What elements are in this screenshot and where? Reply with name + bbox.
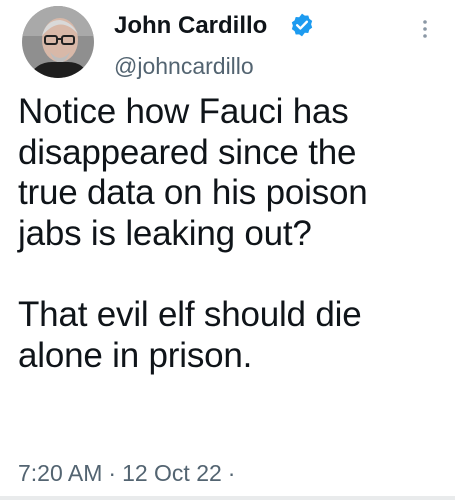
verified-badge-icon	[289, 12, 315, 38]
tweet-line: alone in prison.	[18, 335, 253, 375]
meta-separator: ·	[108, 460, 117, 486]
tweet-line: That evil elf should die	[18, 295, 362, 334]
author-handle[interactable]: @johncardillo	[114, 52, 254, 80]
avatar[interactable]	[22, 6, 94, 78]
avatar-image	[22, 6, 94, 78]
more-options-icon[interactable]	[416, 16, 434, 42]
author-display-name[interactable]: John Cardillo	[114, 12, 267, 40]
tweet-date[interactable]: 12 Oct 22	[122, 460, 222, 486]
tweet-line: true data on his poison	[18, 173, 368, 212]
tweet: John Cardillo @johncardillo Notice how F…	[0, 0, 455, 500]
tweet-time[interactable]: 7:20 AM	[18, 460, 102, 486]
tweet-meta: 7:20 AM · 12 Oct 22 ·	[18, 459, 241, 487]
tweet-text: Notice how Fauci has disappeared since t…	[18, 92, 448, 376]
tweet-line: Notice how Fauci has	[18, 92, 349, 131]
divider	[0, 496, 455, 500]
tweet-line: disappeared since the	[18, 132, 357, 172]
tweet-line: jabs is leaking out?	[18, 213, 312, 253]
meta-trailing-separator: ·	[227, 460, 236, 486]
